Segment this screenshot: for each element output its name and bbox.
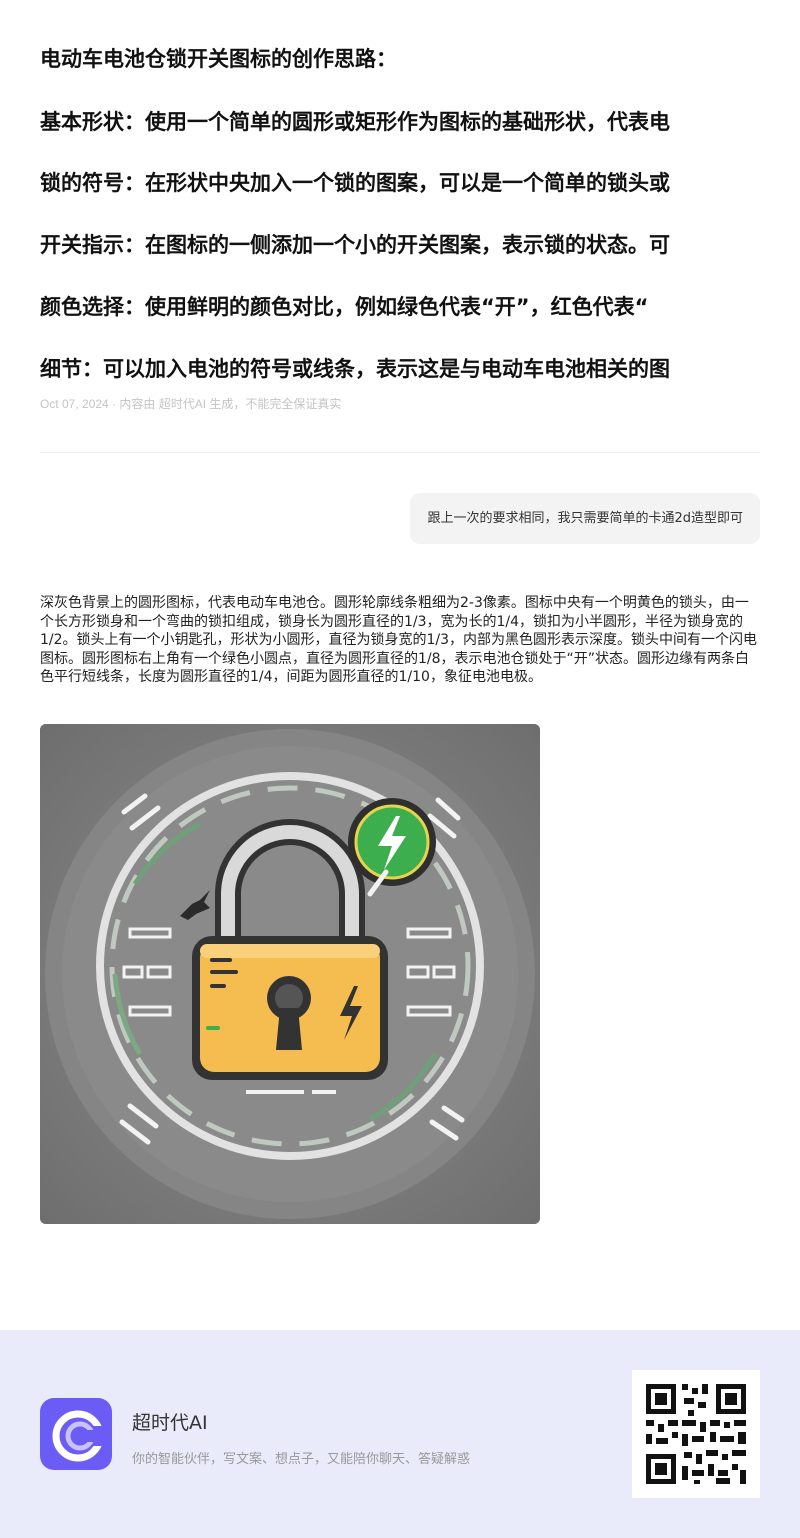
- ai-description: 深灰色背景上的圆形图标，代表电动车电池仓。圆形轮廓线条粗细为2-3像素。图标中央…: [40, 595, 758, 685]
- padlock-icon: [40, 724, 540, 1224]
- article-line-color: 颜色选择：使用鲜明的颜色对比，例如绿色代表“开”，红色代表“: [40, 295, 649, 319]
- divider: [40, 452, 760, 453]
- qr-code: [632, 1370, 760, 1498]
- generated-image[interactable]: [40, 724, 540, 1224]
- brand-logo-icon: [40, 1398, 112, 1470]
- article-line-detail: 细节：可以加入电池的符号或线条，表示这是与电动车电池相关的图: [40, 357, 670, 381]
- article-meta: Oct 07, 2024 · 内容由 超时代AI 生成，不能完全保证真实: [40, 397, 342, 411]
- user-message-bubble: 跟上一次的要求相同，我只需要简单的卡通2d造型即可: [410, 493, 760, 544]
- article-line-shape: 基本形状：使用一个简单的圆形或矩形作为图标的基础形状，代表电: [40, 110, 670, 134]
- brand-tagline: 你的智能伙伴，写文案、想点子，又能陪你聊天、答疑解惑: [132, 1452, 471, 1467]
- article-line-lock-symbol: 锁的符号：在形状中央加入一个锁的图案，可以是一个简单的锁头或: [40, 171, 670, 195]
- brand-name: 超时代AI: [132, 1412, 208, 1434]
- footer-banner: 超时代AI 你的智能伙伴，写文案、想点子，又能陪你聊天、答疑解惑: [0, 1330, 800, 1538]
- article-line-switch: 开关指示：在图标的一侧添加一个小的开关图案，表示锁的状态。可: [40, 233, 670, 257]
- article-title: 电动车电池仓锁开关图标的创作思路：: [40, 47, 397, 71]
